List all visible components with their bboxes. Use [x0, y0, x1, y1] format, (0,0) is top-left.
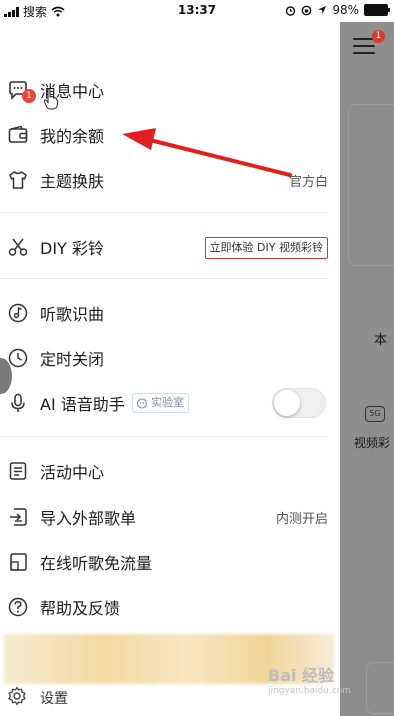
divider	[0, 212, 327, 213]
background-text: 本	[374, 333, 388, 348]
tshirt-icon	[7, 169, 29, 191]
status-right: 98%	[285, 3, 390, 17]
menu-label: 活动中心	[40, 463, 105, 482]
gear-icon[interactable]	[6, 685, 28, 707]
ai-voice-toggle[interactable]	[272, 388, 326, 418]
menu-item-my-balance[interactable]: 我的余额	[0, 112, 340, 158]
menu-item-import-playlist[interactable]: 导入外部歌单 内测开启	[0, 494, 340, 540]
menu-label: DIY 彩铃	[40, 239, 104, 258]
menu-label: 听歌识曲	[40, 305, 105, 324]
menu-label: 定时关闭	[40, 350, 105, 369]
menu-label: 帮助及反馈	[40, 599, 121, 618]
menu-item-diy-ringtone[interactable]: DIY 彩铃 立即体验 DIY 视频彩铃	[0, 224, 340, 270]
watermark-subtext: jingyan.baidu.com	[268, 686, 352, 696]
hand-cursor-icon	[43, 88, 59, 110]
menu-item-ai-voice-assistant[interactable]: AI 语音助手 实验室	[0, 380, 340, 426]
menu-label: 主题换肤	[40, 172, 105, 191]
menu-item-sleep-timer[interactable]: 定时关闭	[0, 335, 340, 381]
background-card	[348, 104, 394, 266]
side-drawer: 消息中心 1 我的余额 主题换肤 官方白 DIY 彩铃 立即体验 DIY 视频彩…	[0, 22, 340, 716]
background-notification-badge: 1	[372, 30, 385, 43]
hamburger-menu-icon[interactable]	[353, 38, 375, 59]
background-video-ringtone-label: 视频彩	[354, 436, 391, 450]
background-card-bottom	[366, 662, 394, 714]
wallet-icon	[7, 124, 29, 146]
battery-icon	[364, 4, 390, 16]
menu-item-free-data[interactable]: 在线听歌免流量	[0, 539, 340, 585]
menu-label: 在线听歌免流量	[40, 554, 153, 573]
menu-item-activity-center[interactable]: 活动中心	[0, 448, 340, 494]
menu-label: 我的余额	[40, 127, 105, 146]
divider	[0, 436, 327, 437]
watermark: Bai 经验 jingyan.baidu.com	[268, 662, 351, 696]
lab-badge-label: 实验室	[151, 396, 184, 409]
menu-item-song-recognition[interactable]: 听歌识曲	[0, 290, 340, 336]
scissors-icon	[7, 236, 29, 258]
background-page[interactable]: 1 本 5G 视频彩	[340, 22, 394, 716]
status-bar: 搜索 13:37 98%	[0, 0, 394, 22]
settings-button[interactable]: 设置	[40, 688, 68, 708]
battery-percent: 98%	[332, 3, 359, 17]
rotation-lock-icon	[301, 5, 312, 15]
theme-value: 官方白	[288, 174, 328, 190]
import-icon	[7, 506, 29, 528]
lab-badge: 实验室	[132, 393, 189, 413]
watermark-text: Bai 经验	[268, 666, 335, 685]
robot-icon	[136, 398, 148, 409]
question-circle-icon	[7, 596, 29, 618]
menu-item-theme[interactable]: 主题换肤 官方白	[0, 157, 340, 203]
toggle-knob	[274, 390, 300, 416]
sim-card-icon	[7, 551, 29, 573]
menu-label: 导入外部歌单	[40, 509, 137, 528]
alarm-icon	[286, 5, 296, 16]
divider	[0, 278, 327, 279]
location-icon	[318, 6, 327, 14]
import-playlist-value: 内测开启	[275, 511, 328, 527]
music-note-circle-icon	[7, 302, 29, 324]
microphone-icon	[7, 392, 29, 414]
list-icon	[7, 460, 29, 482]
notification-badge: 1	[22, 89, 36, 103]
diy-video-ringtone-tag[interactable]: 立即体验 DIY 视频彩铃	[204, 237, 328, 259]
menu-label: AI 语音助手	[40, 395, 125, 414]
menu-item-help-feedback[interactable]: 帮助及反馈	[0, 584, 340, 630]
5g-icon: 5G	[365, 406, 385, 422]
